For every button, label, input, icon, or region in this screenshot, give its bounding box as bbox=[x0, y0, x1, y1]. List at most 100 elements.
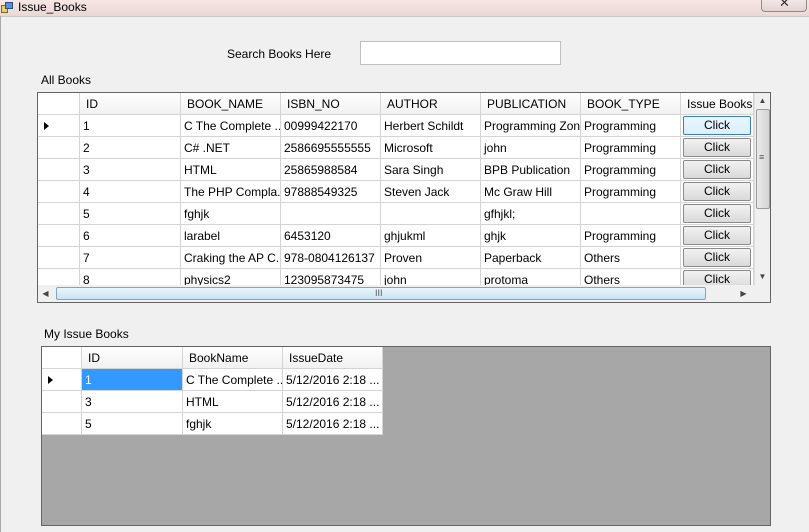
cell-publication[interactable]: Mc Graw Hill bbox=[481, 181, 581, 203]
horizontal-scroll-thumb[interactable]: III bbox=[56, 287, 706, 300]
column-header-id[interactable]: ID bbox=[82, 347, 183, 369]
cell-book-name[interactable]: C The Complete ... bbox=[181, 115, 281, 137]
column-header-author[interactable]: AUTHOR bbox=[381, 93, 481, 115]
issue-book-button[interactable]: Click bbox=[683, 226, 751, 245]
cell-publication[interactable]: Programming Zone bbox=[481, 115, 581, 137]
all-books-grid: ID BOOK_NAME ISBN_NO AUTHOR PUBLICATION … bbox=[37, 92, 771, 303]
cell-book-name[interactable]: larabel bbox=[181, 225, 281, 247]
vertical-scrollbar[interactable]: ▲ ≡ ▼ bbox=[754, 93, 770, 285]
cell-issue-date[interactable]: 5/12/2016 2:18 ... bbox=[283, 369, 383, 391]
issue-book-button[interactable]: Click bbox=[683, 138, 751, 157]
column-header-id[interactable]: ID bbox=[80, 93, 181, 115]
table-row[interactable]: 5 fghjk 5/12/2016 2:18 ... bbox=[42, 413, 383, 435]
horizontal-scrollbar[interactable]: ◀ III ▶ bbox=[38, 285, 754, 302]
row-header[interactable] bbox=[42, 391, 82, 413]
column-header-book-name[interactable]: BOOK_NAME bbox=[181, 93, 281, 115]
column-header-issue-date[interactable]: IssueDate bbox=[283, 347, 383, 369]
table-row[interactable]: 1C The Complete ... 00999422170 Herbert Sc… bbox=[38, 115, 754, 137]
column-header-book-name[interactable]: BookName bbox=[183, 347, 283, 369]
cell-isbn-no[interactable]: 00999422170 bbox=[281, 115, 381, 137]
cell-id[interactable]: 5 bbox=[82, 413, 183, 435]
cell-author[interactable]: Herbert Schildt bbox=[381, 115, 481, 137]
cell-book-type[interactable]: Programming bbox=[581, 115, 681, 137]
cell-isbn-no[interactable]: 6453120 bbox=[281, 225, 381, 247]
table-row[interactable]: 3 HTML 5/12/2016 2:18 ... bbox=[42, 391, 383, 413]
cell-isbn-no[interactable]: 25865988584 bbox=[281, 159, 381, 181]
vertical-scroll-thumb[interactable]: ≡ bbox=[756, 109, 770, 209]
cell-id[interactable]: 1 bbox=[80, 115, 181, 137]
cell-issue-books: Click bbox=[681, 159, 754, 181]
column-header-issue-books[interactable]: Issue Books bbox=[681, 93, 754, 115]
cell-book-type[interactable]: Others bbox=[581, 247, 681, 269]
cell-id[interactable]: 2 bbox=[80, 137, 181, 159]
search-input[interactable] bbox=[360, 41, 561, 65]
cell-book-name[interactable]: fghjk bbox=[183, 413, 283, 435]
cell-author[interactable]: ghjukml bbox=[381, 225, 481, 247]
cell-book-name[interactable]: HTML bbox=[181, 159, 281, 181]
scroll-right-icon[interactable]: ▶ bbox=[736, 286, 751, 301]
cell-issue-date[interactable]: 5/12/2016 2:18 ... bbox=[283, 413, 383, 435]
column-header-isbn-no[interactable]: ISBN_NO bbox=[281, 93, 381, 115]
row-header[interactable] bbox=[42, 369, 82, 391]
table-row[interactable]: 3 HTML 25865988584 Sara Singh BPB Publicatio… bbox=[38, 159, 754, 181]
row-header[interactable] bbox=[42, 413, 82, 435]
issue-book-button[interactable]: Click bbox=[683, 248, 751, 267]
close-button[interactable]: ✕ bbox=[761, 0, 807, 12]
table-row[interactable]: 4 The PHP Compla... 97888549325 Steven Jack… bbox=[38, 181, 754, 203]
row-header[interactable] bbox=[38, 247, 80, 269]
column-header-publication[interactable]: PUBLICATION bbox=[481, 93, 581, 115]
cell-isbn-no[interactable]: 978-0804126137 bbox=[281, 247, 381, 269]
row-header[interactable] bbox=[38, 181, 80, 203]
cell-book-name[interactable]: C The Complete ... bbox=[183, 369, 283, 391]
row-header[interactable] bbox=[38, 137, 80, 159]
cell-publication[interactable]: gfhjkl; bbox=[481, 203, 581, 225]
cell-publication[interactable]: john bbox=[481, 137, 581, 159]
issue-book-button[interactable]: Click bbox=[683, 160, 751, 179]
cell-id[interactable]: 5 bbox=[80, 203, 181, 225]
cell-id[interactable]: 6 bbox=[80, 225, 181, 247]
row-header[interactable] bbox=[38, 115, 80, 137]
cell-book-type[interactable]: Programming bbox=[581, 137, 681, 159]
cell-id[interactable]: 4 bbox=[80, 181, 181, 203]
row-header[interactable] bbox=[38, 225, 80, 247]
column-header-book-type[interactable]: BOOK_TYPE bbox=[581, 93, 681, 115]
table-row[interactable]: 6 larabel 6453120 ghjukml ghjk Programming Cli… bbox=[38, 225, 754, 247]
cell-book-name[interactable]: fghjk bbox=[181, 203, 281, 225]
scroll-down-icon[interactable]: ▼ bbox=[755, 269, 770, 284]
issue-book-button[interactable]: Click bbox=[683, 116, 751, 135]
cell-publication[interactable]: ghjk bbox=[481, 225, 581, 247]
cell-isbn-no[interactable]: 2586695555555 bbox=[281, 137, 381, 159]
scroll-up-icon[interactable]: ▲ bbox=[755, 93, 770, 108]
table-row[interactable]: 5 fghjk gfhjkl; Click bbox=[38, 203, 754, 225]
cell-author[interactable]: Sara Singh bbox=[381, 159, 481, 181]
cell-publication[interactable]: BPB Publication bbox=[481, 159, 581, 181]
cell-id[interactable]: 3 bbox=[82, 391, 183, 413]
row-header[interactable] bbox=[38, 159, 80, 181]
row-header[interactable] bbox=[38, 203, 80, 225]
cell-id[interactable]: 1 bbox=[82, 369, 183, 391]
cell-book-type[interactable]: Programming bbox=[581, 159, 681, 181]
cell-author[interactable]: Microsoft bbox=[381, 137, 481, 159]
cell-isbn-no[interactable]: 97888549325 bbox=[281, 181, 381, 203]
cell-id[interactable]: 7 bbox=[80, 247, 181, 269]
cell-book-name[interactable]: C# .NET bbox=[181, 137, 281, 159]
cell-publication[interactable]: Paperback bbox=[481, 247, 581, 269]
cell-book-type[interactable]: Programming bbox=[581, 225, 681, 247]
table-row[interactable]: 1C The Complete ... 5/12/2016 2:18 ... bbox=[42, 369, 383, 391]
cell-book-type[interactable]: Programming bbox=[581, 181, 681, 203]
cell-id[interactable]: 3 bbox=[80, 159, 181, 181]
issue-book-button[interactable]: Click bbox=[683, 182, 751, 201]
cell-book-name[interactable]: HTML bbox=[183, 391, 283, 413]
table-row[interactable]: 7 Craking the AP C... 978-0804126137 Proven… bbox=[38, 247, 754, 269]
table-row[interactable]: 2 C# .NET 2586695555555 Microsoft john Progra… bbox=[38, 137, 754, 159]
cell-book-name[interactable]: The PHP Compla... bbox=[181, 181, 281, 203]
cell-author[interactable]: Steven Jack bbox=[381, 181, 481, 203]
issue-book-button[interactable]: Click bbox=[683, 204, 751, 223]
scroll-left-icon[interactable]: ◀ bbox=[38, 286, 53, 301]
cell-book-type[interactable] bbox=[581, 203, 681, 225]
cell-author[interactable]: Proven bbox=[381, 247, 481, 269]
cell-author[interactable] bbox=[381, 203, 481, 225]
cell-book-name[interactable]: Craking the AP C... bbox=[181, 247, 281, 269]
cell-isbn-no[interactable] bbox=[281, 203, 381, 225]
cell-issue-date[interactable]: 5/12/2016 2:18 ... bbox=[283, 391, 383, 413]
